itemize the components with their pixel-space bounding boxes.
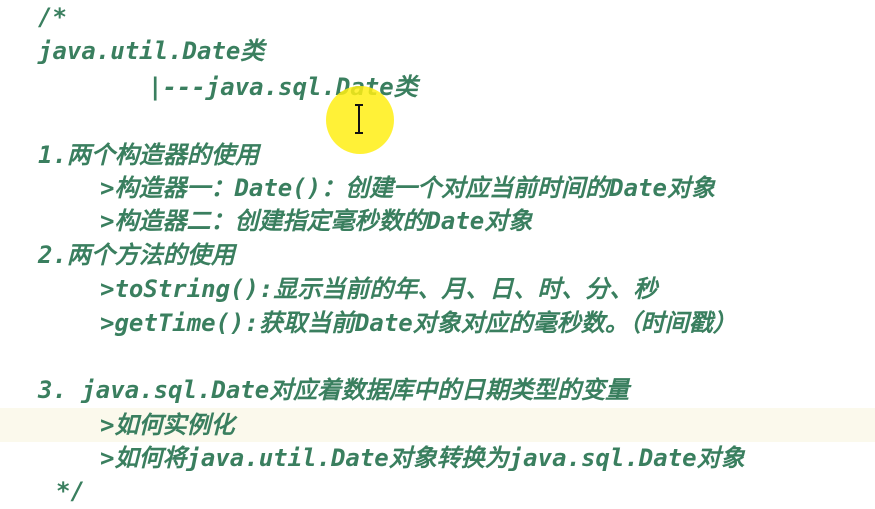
comment-line-5: >构造器一：Date()：创建一个对应当前时间的Date对象	[100, 174, 715, 202]
comment-line-8: >toString():显示当前的年、月、日、时、分、秒	[100, 275, 658, 303]
comment-line-13: */	[56, 477, 85, 505]
comment-line-7: 2.两个方法的使用	[38, 241, 235, 269]
comment-line-6: >构造器二：创建指定毫秒数的Date对象	[100, 207, 533, 235]
comment-line-9: >getTime():获取当前Date对象对应的毫秒数。（时间戳）	[100, 309, 737, 337]
comment-line-10: 3. java.sql.Date对应着数据库中的日期类型的变量	[38, 376, 630, 404]
comment-line-4: 1.两个构造器的使用	[38, 141, 259, 169]
comment-line-12: >如何将java.util.Date对象转换为java.sql.Date对象	[100, 444, 745, 472]
comment-line-2: java.util.Date类	[38, 37, 265, 65]
text-cursor-icon	[355, 104, 363, 134]
comment-line-11: >如何实例化	[100, 411, 235, 439]
comment-line-1: /*	[38, 3, 67, 31]
code-editor[interactable]: /* java.util.Date类 |---java.sql.Date类 1.…	[0, 0, 875, 509]
